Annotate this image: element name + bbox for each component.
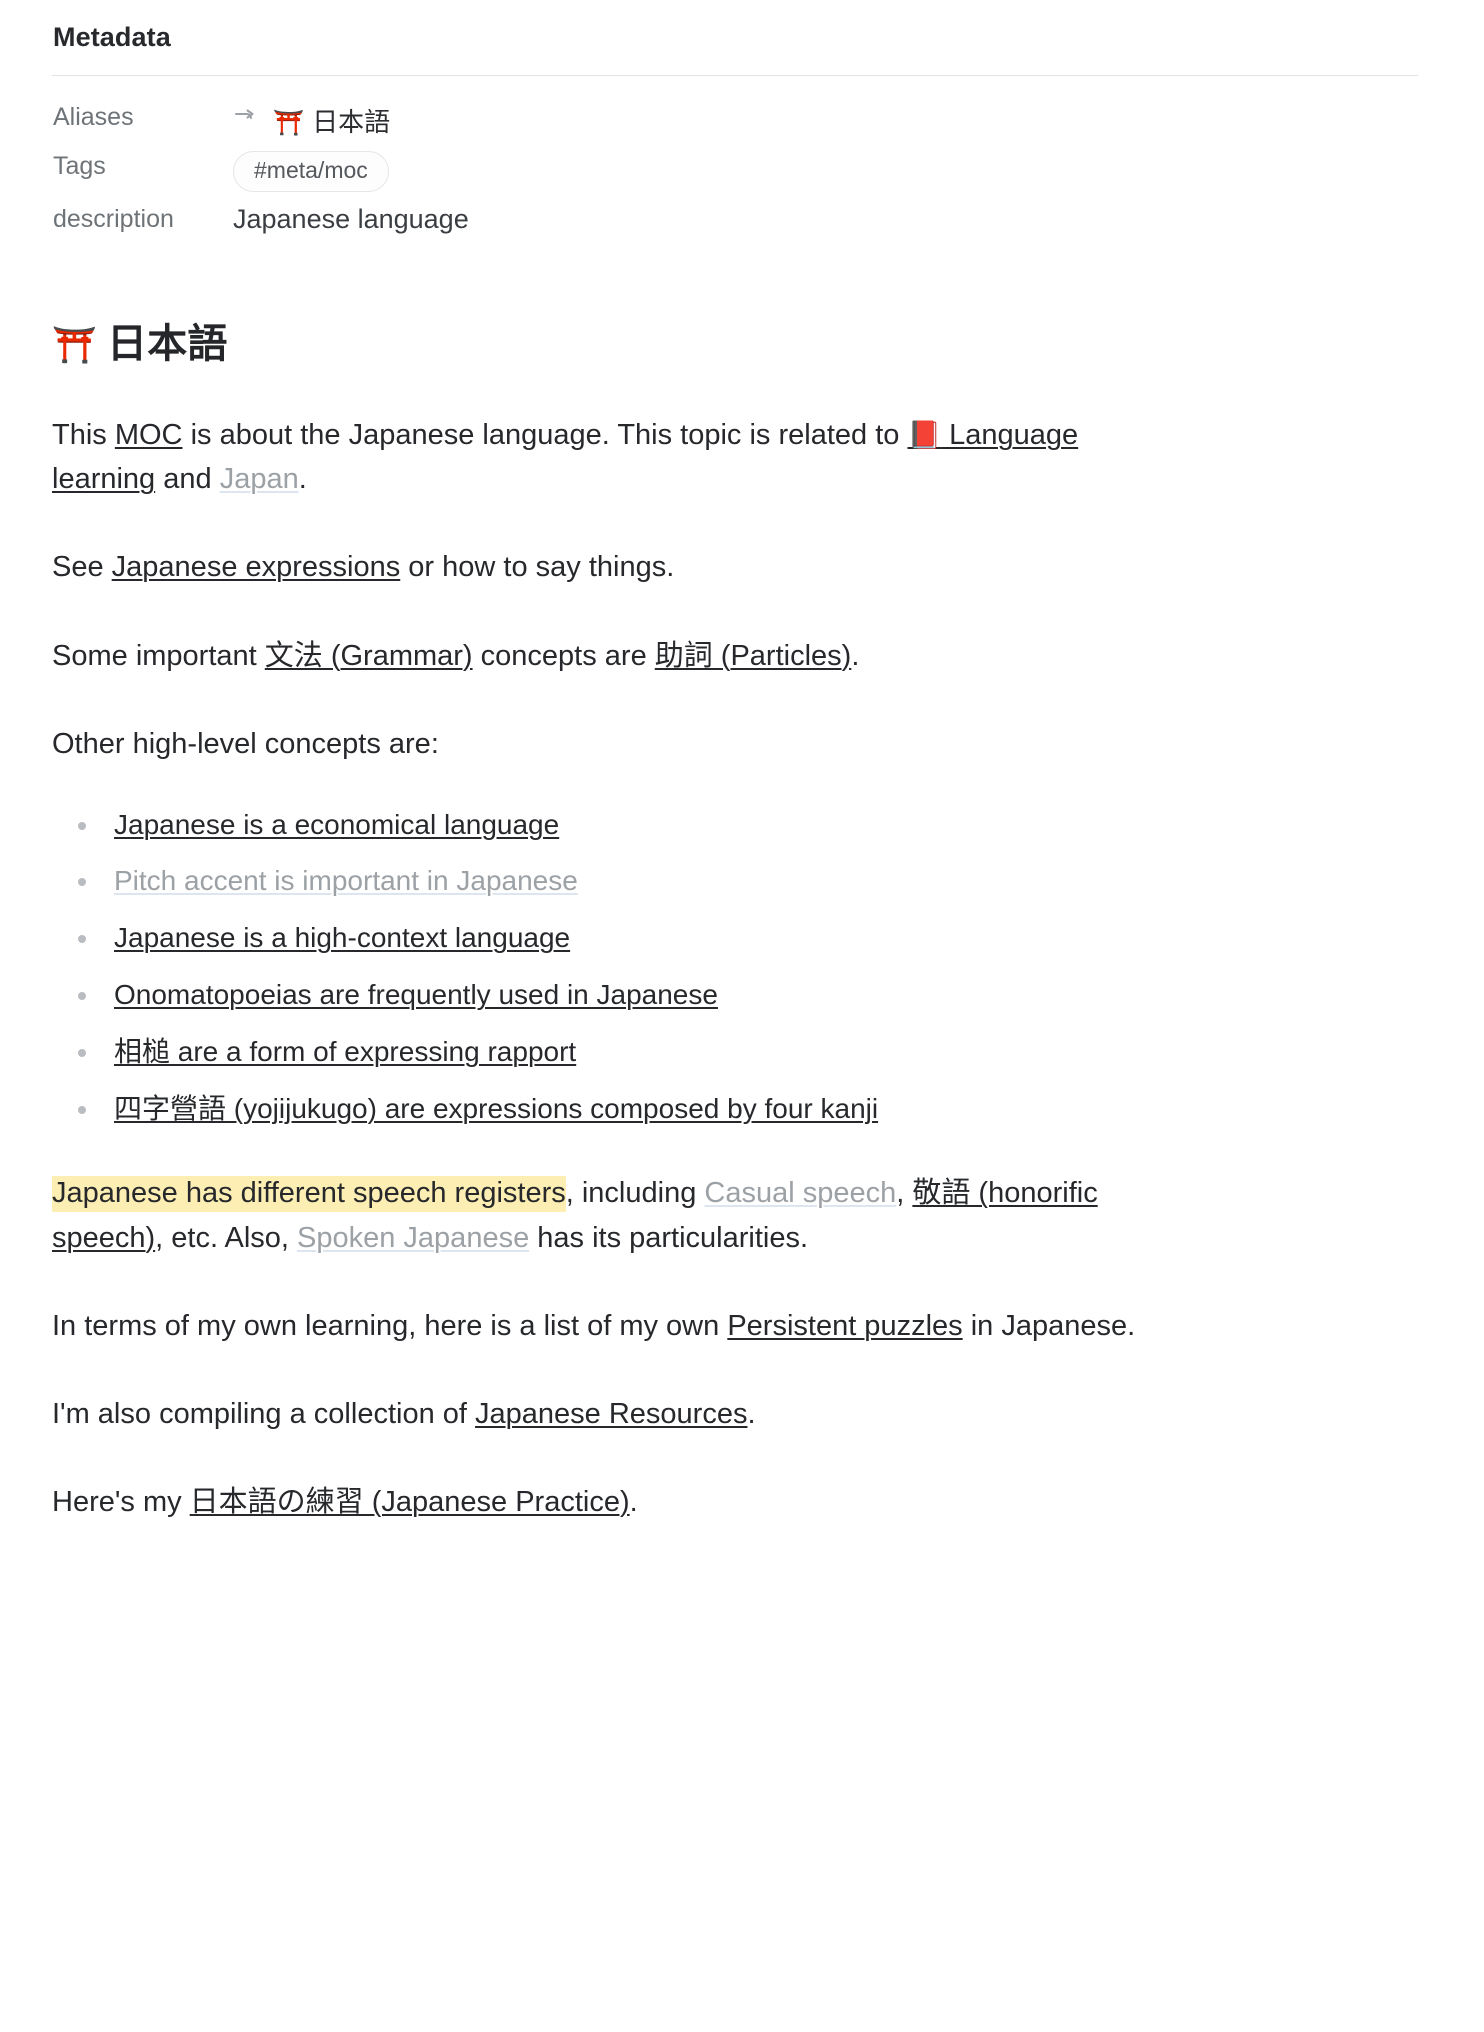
text-fragment: in Japanese. (962, 1309, 1136, 1342)
paragraph-concepts-lead: Other high-level concepts are: (52, 727, 439, 760)
text-fragment: Here's my (52, 1485, 190, 1518)
aliases-value-cell: ⛩️ 日本語 (233, 96, 469, 145)
concept-link[interactable]: Japanese is a high-context language (114, 922, 570, 953)
list-item: Japanese is a economical language (52, 806, 1436, 844)
concepts-list: Japanese is a economical language Pitch a… (52, 806, 1436, 1128)
text-fragment: Some important (52, 639, 265, 672)
description-value-cell: Japanese language (233, 198, 469, 241)
metadata-row-aliases: Aliases ⛩️ 日本語 (52, 96, 469, 145)
metadata-row-tags: Tags #meta/moc (52, 145, 469, 198)
concept-link[interactable]: Onomatopoeias are frequently used in Jap… (114, 979, 718, 1010)
list-item: Japanese is a high-context language (52, 919, 1436, 957)
page-title-text: 日本語 (107, 322, 228, 367)
paragraph-persistent-puzzles: In terms of my own learning, here is a l… (52, 1304, 1162, 1348)
metadata-row-description: description Japanese language (52, 198, 469, 241)
text-fragment: See (52, 551, 112, 584)
page-title: ⛩️ 日本語 (52, 311, 1436, 369)
metadata-divider (52, 75, 1418, 76)
paragraph-practice: Here's my 日本語の練習 (Japanese Practice). (52, 1480, 1162, 1524)
paragraph-expressions: See Japanese expressions or how to say t… (52, 545, 1162, 589)
link-spoken-japanese[interactable]: Spoken Japanese (297, 1222, 529, 1254)
text-fragment: In terms of my own learning, here is a l… (52, 1309, 728, 1342)
text-fragment: and (155, 463, 220, 496)
link-moc[interactable]: MOC (115, 419, 183, 451)
concept-link[interactable]: Japanese is a economical language (114, 809, 559, 840)
text-fragment: is about the Japanese language. This top… (182, 419, 908, 452)
closed-book-icon: 📕 (907, 420, 942, 451)
metadata-title: Metadata (53, 22, 171, 52)
text-fragment: concepts are (472, 639, 655, 672)
note-page: Metadata Aliases ⛩️ 日本語 Tags #meta/moc d… (0, 0, 1484, 1524)
text-fragment: . (747, 1397, 756, 1430)
link-casual-speech[interactable]: Casual speech (704, 1177, 896, 1209)
highlight-speech-registers: Japanese has different speech registers (52, 1176, 566, 1213)
text-fragment: , including (565, 1177, 705, 1210)
text-fragment: , etc. Also, (155, 1221, 298, 1254)
alias-arrow-icon (233, 107, 257, 135)
paragraph-grammar: Some important 文法 (Grammar) concepts are… (52, 634, 1162, 678)
link-grammar[interactable]: 文法 (Grammar) (265, 640, 473, 672)
link-japan[interactable]: Japan (220, 463, 299, 495)
text-fragment: . (629, 1485, 638, 1518)
concept-link[interactable]: 相槌 are a form of expressing rapport (114, 1036, 576, 1067)
concept-link[interactable]: 四字營語 (yojijukugo) are expressions compos… (114, 1093, 878, 1124)
link-particles[interactable]: 助詞 (Particles) (655, 640, 852, 672)
tags-value-cell: #meta/moc (233, 145, 469, 198)
torii-gate-icon-heading: ⛩️ (52, 324, 98, 366)
list-item: Onomatopoeias are frequently used in Jap… (52, 976, 1436, 1014)
text-fragment: . (298, 463, 307, 496)
aliases-label: Aliases (53, 103, 134, 131)
metadata-table: Aliases ⛩️ 日本語 Tags #meta/moc descriptio… (52, 96, 469, 241)
tag-pill-meta-moc[interactable]: #meta/moc (233, 151, 389, 193)
text-fragment: or how to say things. (400, 551, 675, 584)
list-item: 相槌 are a form of expressing rapport (52, 1033, 1436, 1071)
text-fragment: . (851, 639, 860, 672)
paragraph-registers: Japanese has different speech registers,… (52, 1171, 1162, 1259)
paragraph-intro: This MOC is about the Japanese language.… (52, 413, 1162, 501)
list-item: Pitch accent is important in Japanese (52, 862, 1436, 900)
text-fragment: I'm also compiling a collection of (52, 1397, 476, 1430)
paragraph-resources: I'm also compiling a collection of Japan… (52, 1392, 1162, 1436)
link-japanese-practice[interactable]: 日本語の練習 (Japanese Practice) (190, 1486, 630, 1518)
text-fragment: This (52, 419, 115, 452)
tags-label: Tags (53, 152, 106, 180)
link-japanese-resources[interactable]: Japanese Resources (475, 1398, 747, 1430)
link-persistent-puzzles[interactable]: Persistent puzzles (727, 1310, 962, 1342)
list-item: 四字營語 (yojijukugo) are expressions compos… (52, 1090, 1436, 1128)
text-fragment: has its particularities. (529, 1221, 809, 1254)
description-label: description (53, 205, 174, 234)
torii-gate-icon: ⛩️ (273, 109, 305, 137)
text-fragment: , (896, 1177, 913, 1210)
link-japanese-expressions[interactable]: Japanese expressions (112, 551, 401, 583)
metadata-section: Metadata Aliases ⛩️ 日本語 Tags #meta/moc d… (52, 22, 1436, 241)
aliases-value: 日本語 (312, 107, 391, 137)
concept-link[interactable]: Pitch accent is important in Japanese (114, 865, 578, 896)
description-value: Japanese language (233, 204, 469, 235)
